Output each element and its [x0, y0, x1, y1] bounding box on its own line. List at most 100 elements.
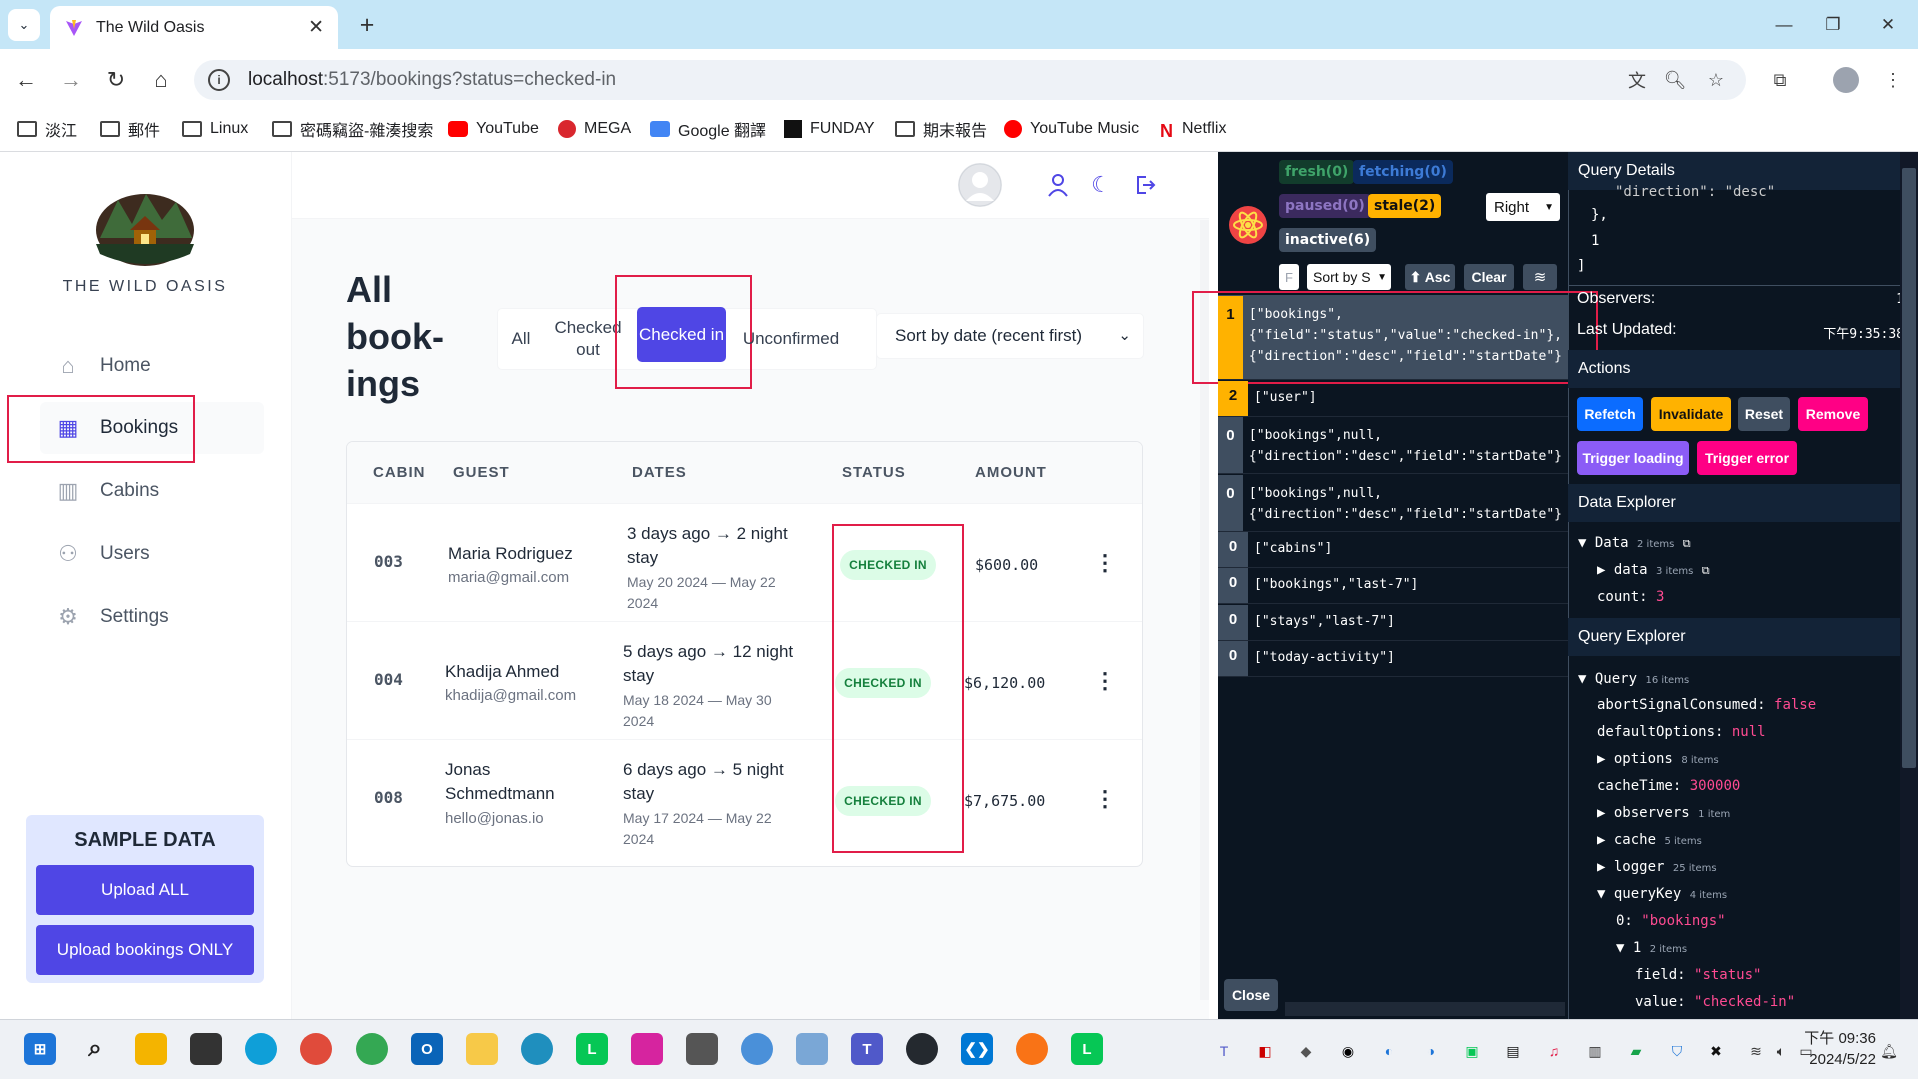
- tree-node[interactable]: ▶ cache 5 items: [1597, 832, 1702, 848]
- query-row[interactable]: 0 ["bookings",null, {"direction":"desc",…: [1218, 417, 1568, 474]
- github-icon[interactable]: [906, 1033, 938, 1065]
- bookmark-item[interactable]: 期末報告: [895, 115, 987, 143]
- tray-app-icon[interactable]: ♫: [1543, 1040, 1565, 1062]
- bookmark-item[interactable]: YouTube: [448, 115, 539, 143]
- upload-bookings-button[interactable]: Upload bookings ONLY: [36, 925, 254, 975]
- position-select[interactable]: Right ▼: [1486, 193, 1560, 221]
- reload-button[interactable]: ↻: [100, 64, 132, 96]
- outlook-icon[interactable]: O: [411, 1033, 443, 1065]
- extensions-icon[interactable]: ⧉: [1767, 67, 1793, 93]
- close-tab-icon[interactable]: ✕: [308, 16, 324, 39]
- tray-app-icon[interactable]: ✖: [1705, 1040, 1727, 1062]
- close-window-button[interactable]: ✕: [1868, 10, 1908, 40]
- wifi-icon[interactable]: ≋: [1745, 1040, 1767, 1062]
- trigger-loading-button[interactable]: Trigger loading: [1577, 441, 1689, 475]
- tray-app-icon[interactable]: ▥: [1584, 1040, 1606, 1062]
- sort-direction-button[interactable]: ⬆ Asc: [1405, 264, 1455, 290]
- tree-node[interactable]: ▶ observers 1 item: [1597, 805, 1730, 821]
- tray-app-icon[interactable]: ◧: [1254, 1040, 1276, 1062]
- tree-node[interactable]: ▼ 1 2 items: [1616, 940, 1687, 956]
- query-row[interactable]: 2 ["user"]: [1218, 381, 1568, 417]
- search-icon[interactable]: ⌕: [79, 1033, 111, 1065]
- start-menu-icon[interactable]: ⊞: [24, 1033, 56, 1065]
- sidebar-item-users[interactable]: ⚇ Users: [40, 528, 264, 580]
- app-icon[interactable]: [135, 1033, 167, 1065]
- copy-icon[interactable]: ⧉: [1683, 537, 1691, 550]
- minimize-button[interactable]: —: [1764, 10, 1804, 40]
- line-icon[interactable]: L: [576, 1033, 608, 1065]
- snipping-icon[interactable]: [796, 1033, 828, 1065]
- remove-button[interactable]: Remove: [1798, 397, 1868, 431]
- bookmark-item[interactable]: N Netflix: [1160, 115, 1226, 143]
- sort-select[interactable]: Sort by date (recent first) ⌄: [876, 313, 1144, 359]
- tree-node[interactable]: ▼ queryKey 4 items: [1597, 886, 1727, 902]
- bookmark-item[interactable]: Google 翻譯: [650, 115, 766, 143]
- copy-icon[interactable]: ⧉: [1702, 564, 1710, 577]
- teams-icon[interactable]: T: [851, 1033, 883, 1065]
- bookmark-item[interactable]: Linux: [182, 115, 248, 143]
- invalidate-button[interactable]: Invalidate: [1651, 397, 1731, 431]
- query-row[interactable]: 0 ["bookings","last-7"]: [1218, 568, 1568, 604]
- logout-icon[interactable]: [1130, 170, 1160, 200]
- menu-kebab-icon[interactable]: ⋮: [1880, 67, 1906, 93]
- wifi-icon[interactable]: ≋: [1523, 264, 1557, 290]
- translate-icon[interactable]: 文: [1624, 67, 1650, 93]
- vscode-icon[interactable]: ❮❯: [961, 1033, 993, 1065]
- scrollbar-thumb[interactable]: [1902, 168, 1916, 768]
- edge-icon[interactable]: [245, 1033, 277, 1065]
- tree-node[interactable]: ▶ logger 25 items: [1597, 859, 1717, 875]
- filter-unconfirmed[interactable]: Unconfirmed: [738, 314, 844, 364]
- tray-app-icon[interactable]: ◉: [1337, 1040, 1359, 1062]
- filter-input[interactable]: F: [1279, 264, 1299, 290]
- system-clock[interactable]: 下午 09:36 2024/5/22: [1786, 1028, 1876, 1070]
- sidebar-item-settings[interactable]: ⚙ Settings: [40, 591, 264, 643]
- bookmark-item[interactable]: FUNDAY: [784, 115, 875, 143]
- tray-nvidia-icon[interactable]: ▰: [1625, 1040, 1647, 1062]
- calculator-icon[interactable]: [686, 1033, 718, 1065]
- tray-app-icon[interactable]: ◑: [1420, 1040, 1442, 1062]
- row-menu-icon[interactable]: ⋮: [1094, 784, 1116, 814]
- line-icon[interactable]: L: [1071, 1033, 1103, 1065]
- profile-avatar-icon[interactable]: [1833, 67, 1859, 93]
- app-icon[interactable]: [741, 1033, 773, 1065]
- tree-node[interactable]: ▼ Query 16 items: [1578, 671, 1689, 687]
- trigger-error-button[interactable]: Trigger error: [1697, 441, 1797, 475]
- bookmark-item[interactable]: 密碼竊盜-雜湊搜索: [272, 115, 433, 143]
- zoom-icon[interactable]: 🔍︎: [1662, 67, 1688, 93]
- browser-tab[interactable]: The Wild Oasis ✕: [50, 6, 338, 49]
- bookmark-item[interactable]: YouTube Music: [1004, 115, 1139, 143]
- sort-by-select[interactable]: Sort by S ▼: [1307, 264, 1391, 290]
- clear-cache-button[interactable]: Clear: [1464, 264, 1514, 290]
- site-info-icon[interactable]: i: [208, 69, 230, 91]
- notification-bell-icon[interactable]: 🔔︎: [1878, 1040, 1900, 1062]
- filter-all[interactable]: All: [504, 314, 538, 364]
- query-row[interactable]: 0 ["cabins"]: [1218, 532, 1568, 568]
- url-field[interactable]: i localhost:5173/bookings?status=checked…: [194, 60, 1746, 100]
- sidebar-item-home[interactable]: ⌂ Home: [40, 340, 264, 392]
- refetch-button[interactable]: Refetch: [1577, 397, 1643, 431]
- app-icon[interactable]: [521, 1033, 553, 1065]
- tray-security-icon[interactable]: ⛉: [1666, 1040, 1688, 1062]
- row-menu-icon[interactable]: ⋮: [1094, 548, 1116, 578]
- app-icon[interactable]: [1016, 1033, 1048, 1065]
- tray-teams-icon[interactable]: T: [1213, 1040, 1235, 1062]
- user-icon[interactable]: [1043, 170, 1073, 200]
- home-icon[interactable]: ⌂: [145, 64, 177, 96]
- tab-search-button[interactable]: ⌄: [8, 9, 40, 41]
- bookmark-star-icon[interactable]: ☆: [1703, 67, 1729, 93]
- row-menu-icon[interactable]: ⋮: [1094, 666, 1116, 696]
- back-button[interactable]: ←: [10, 64, 42, 96]
- tray-app-icon[interactable]: ◆: [1295, 1040, 1317, 1062]
- tree-node[interactable]: ▶ data 3 items ⧉: [1597, 562, 1710, 578]
- sidebar-item-cabins[interactable]: ▥ Cabins: [40, 465, 264, 517]
- upload-all-button[interactable]: Upload ALL: [36, 865, 254, 915]
- restore-button[interactable]: ❐: [1813, 10, 1853, 40]
- new-tab-button[interactable]: +: [352, 11, 382, 39]
- tray-app-icon[interactable]: ▤: [1502, 1040, 1524, 1062]
- tree-node[interactable]: ▼ Data 2 items ⧉: [1578, 535, 1691, 551]
- forward-button[interactable]: →: [55, 64, 87, 96]
- moon-icon[interactable]: ☾: [1086, 170, 1116, 200]
- query-row[interactable]: 0 ["today-activity"]: [1218, 641, 1568, 677]
- instagram-icon[interactable]: [631, 1033, 663, 1065]
- tray-line-icon[interactable]: ▣: [1461, 1040, 1483, 1062]
